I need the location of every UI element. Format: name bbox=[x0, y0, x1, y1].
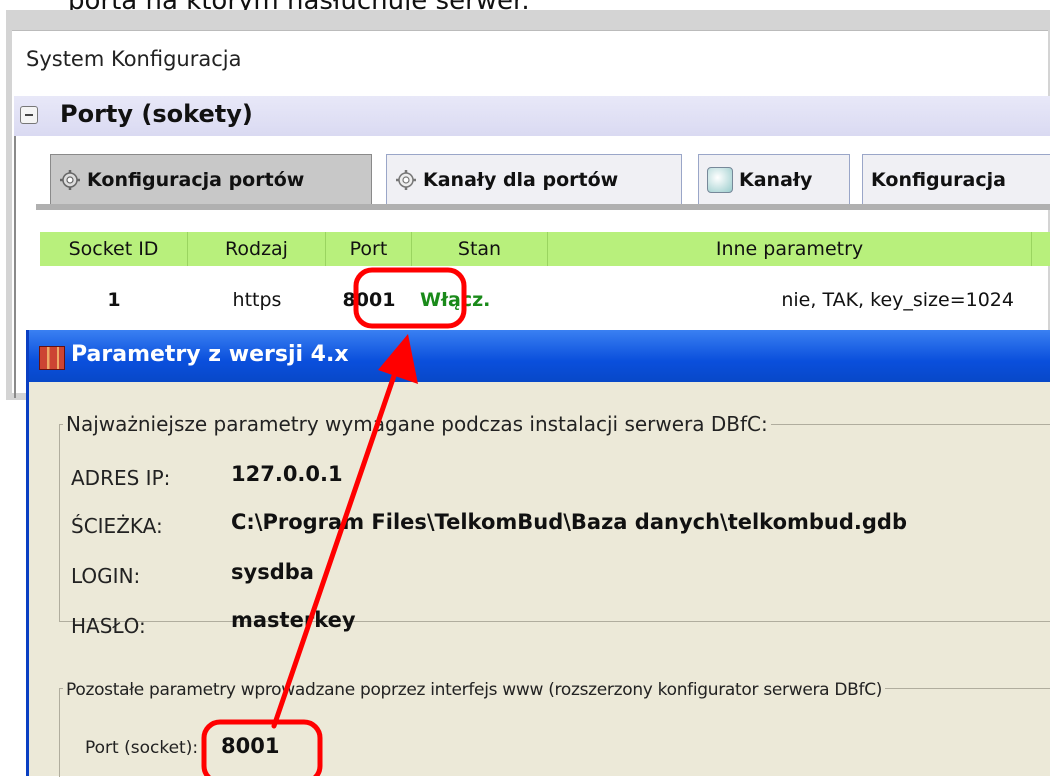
tab-label: Konfiguracja bbox=[871, 168, 1006, 191]
ip-value: 127.0.0.1 bbox=[231, 462, 343, 486]
col-header-extra bbox=[1032, 232, 1050, 266]
tab-label: Konfiguracja portów bbox=[87, 168, 305, 191]
tab-konfiguracja-portow[interactable]: Konfiguracja portów bbox=[50, 154, 372, 204]
dialog-titlebar[interactable]: Parametry z wersji 4.x bbox=[29, 330, 1050, 382]
gear-icon bbox=[60, 169, 80, 190]
tab-label: Kanały bbox=[739, 168, 813, 191]
port-label: Port (socket): bbox=[85, 738, 199, 758]
dialog-title: Parametry z wersji 4.x bbox=[71, 342, 349, 367]
other-params-group bbox=[59, 688, 1050, 777]
cell-socket-id: 1 bbox=[107, 289, 121, 311]
password-label: HASŁO: bbox=[71, 614, 146, 638]
col-header-inne-parametry[interactable]: Inne parametry bbox=[548, 232, 1032, 266]
database-icon bbox=[39, 346, 65, 370]
col-header-port[interactable]: Port bbox=[326, 232, 412, 266]
tab-kanaly[interactable]: Kanały bbox=[698, 154, 850, 204]
login-label: LOGIN: bbox=[71, 564, 141, 588]
table-header: Socket ID Rodzaj Port Stan Inne parametr… bbox=[40, 232, 1050, 266]
path-value: C:\Program Files\TelkomBud\Baza danych\t… bbox=[231, 510, 907, 534]
channel-icon bbox=[707, 166, 733, 193]
path-label: ŚCIEŻKA: bbox=[71, 514, 163, 538]
tab-label: Kanały dla portów bbox=[423, 168, 619, 191]
window-title: System Konfiguracja bbox=[26, 47, 242, 71]
cell-params: nie, TAK, key_size=1024 bbox=[781, 289, 1014, 311]
col-header-stan[interactable]: Stan bbox=[412, 232, 548, 266]
table-row[interactable]: 1 https 8001 Włącz. nie, TAK, key_size=1… bbox=[40, 278, 1050, 322]
tab-kanaly-dla-portow[interactable]: Kanały dla portów bbox=[386, 154, 682, 204]
cell-port: 8001 bbox=[342, 289, 396, 311]
cell-type: https bbox=[232, 289, 282, 311]
other-params-legend: Pozostałe parametry wprowadzane poprzez … bbox=[63, 680, 886, 700]
main-params-legend: Najważniejsze parametry wymagane podczas… bbox=[63, 412, 771, 436]
section-header[interactable]: Porty (sokety) bbox=[14, 96, 1050, 137]
collapse-icon[interactable] bbox=[20, 106, 38, 124]
panel-border bbox=[14, 136, 16, 398]
col-header-rodzaj[interactable]: Rodzaj bbox=[188, 232, 326, 266]
port-value: 8001 bbox=[221, 734, 280, 758]
gear-icon bbox=[396, 169, 416, 190]
tabs-underline bbox=[36, 204, 1050, 210]
login-value: sysdba bbox=[231, 560, 314, 584]
cell-state: Włącz. bbox=[420, 289, 491, 311]
col-header-socket-id[interactable]: Socket ID bbox=[40, 232, 188, 266]
password-value: masterkey bbox=[231, 608, 356, 632]
parameters-dialog: Parametry z wersji 4.x Najważniejsze par… bbox=[26, 330, 1050, 777]
section-title: Porty (sokety) bbox=[60, 100, 253, 128]
tab-konfiguracja[interactable]: Konfiguracja bbox=[862, 154, 1050, 204]
ip-label: ADRES IP: bbox=[71, 466, 171, 490]
